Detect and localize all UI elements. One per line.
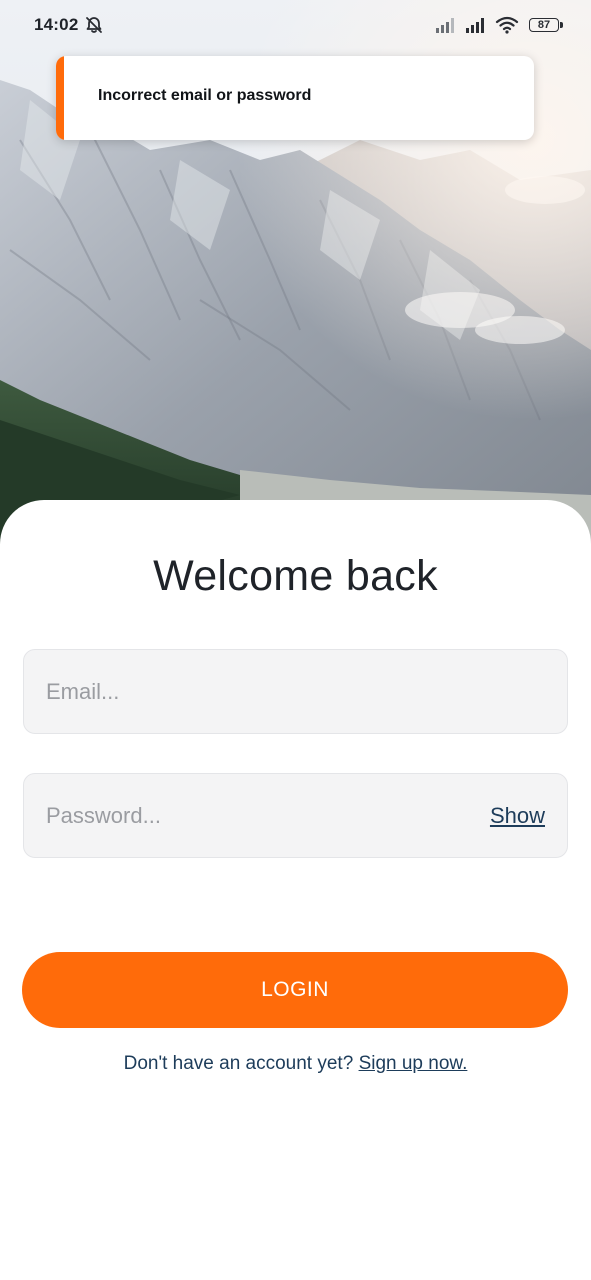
status-bar: 14:02 87 (0, 0, 591, 52)
signup-link[interactable]: Sign up now. (359, 1053, 468, 1074)
error-toast: Incorrect email or password (56, 56, 534, 140)
signal-icon (436, 18, 454, 33)
page-title: Welcome back (153, 552, 438, 600)
signup-prompt-line: Don't have an account yet? Sign up now. (0, 1053, 591, 1075)
signup-prompt-text: Don't have an account yet? (123, 1053, 354, 1074)
email-field[interactable] (23, 649, 568, 734)
show-password-button[interactable]: Show (490, 803, 545, 829)
battery-icon: 87 (529, 18, 563, 32)
bell-off-icon (86, 17, 102, 33)
password-input[interactable] (24, 774, 567, 857)
password-field[interactable]: Show (23, 773, 568, 858)
status-icons: 87 (435, 15, 563, 35)
email-input[interactable] (24, 650, 567, 733)
login-card: Welcome back Show LOGIN Don't have an ac… (0, 500, 591, 1280)
signal-icon (466, 18, 484, 33)
toast-message: Incorrect email or password (98, 87, 312, 104)
toast-accent-bar (56, 56, 64, 140)
login-button[interactable]: LOGIN (22, 952, 568, 1028)
wifi-icon (495, 16, 519, 34)
battery-level: 87 (537, 18, 551, 31)
status-time: 14:02 (34, 15, 79, 34)
